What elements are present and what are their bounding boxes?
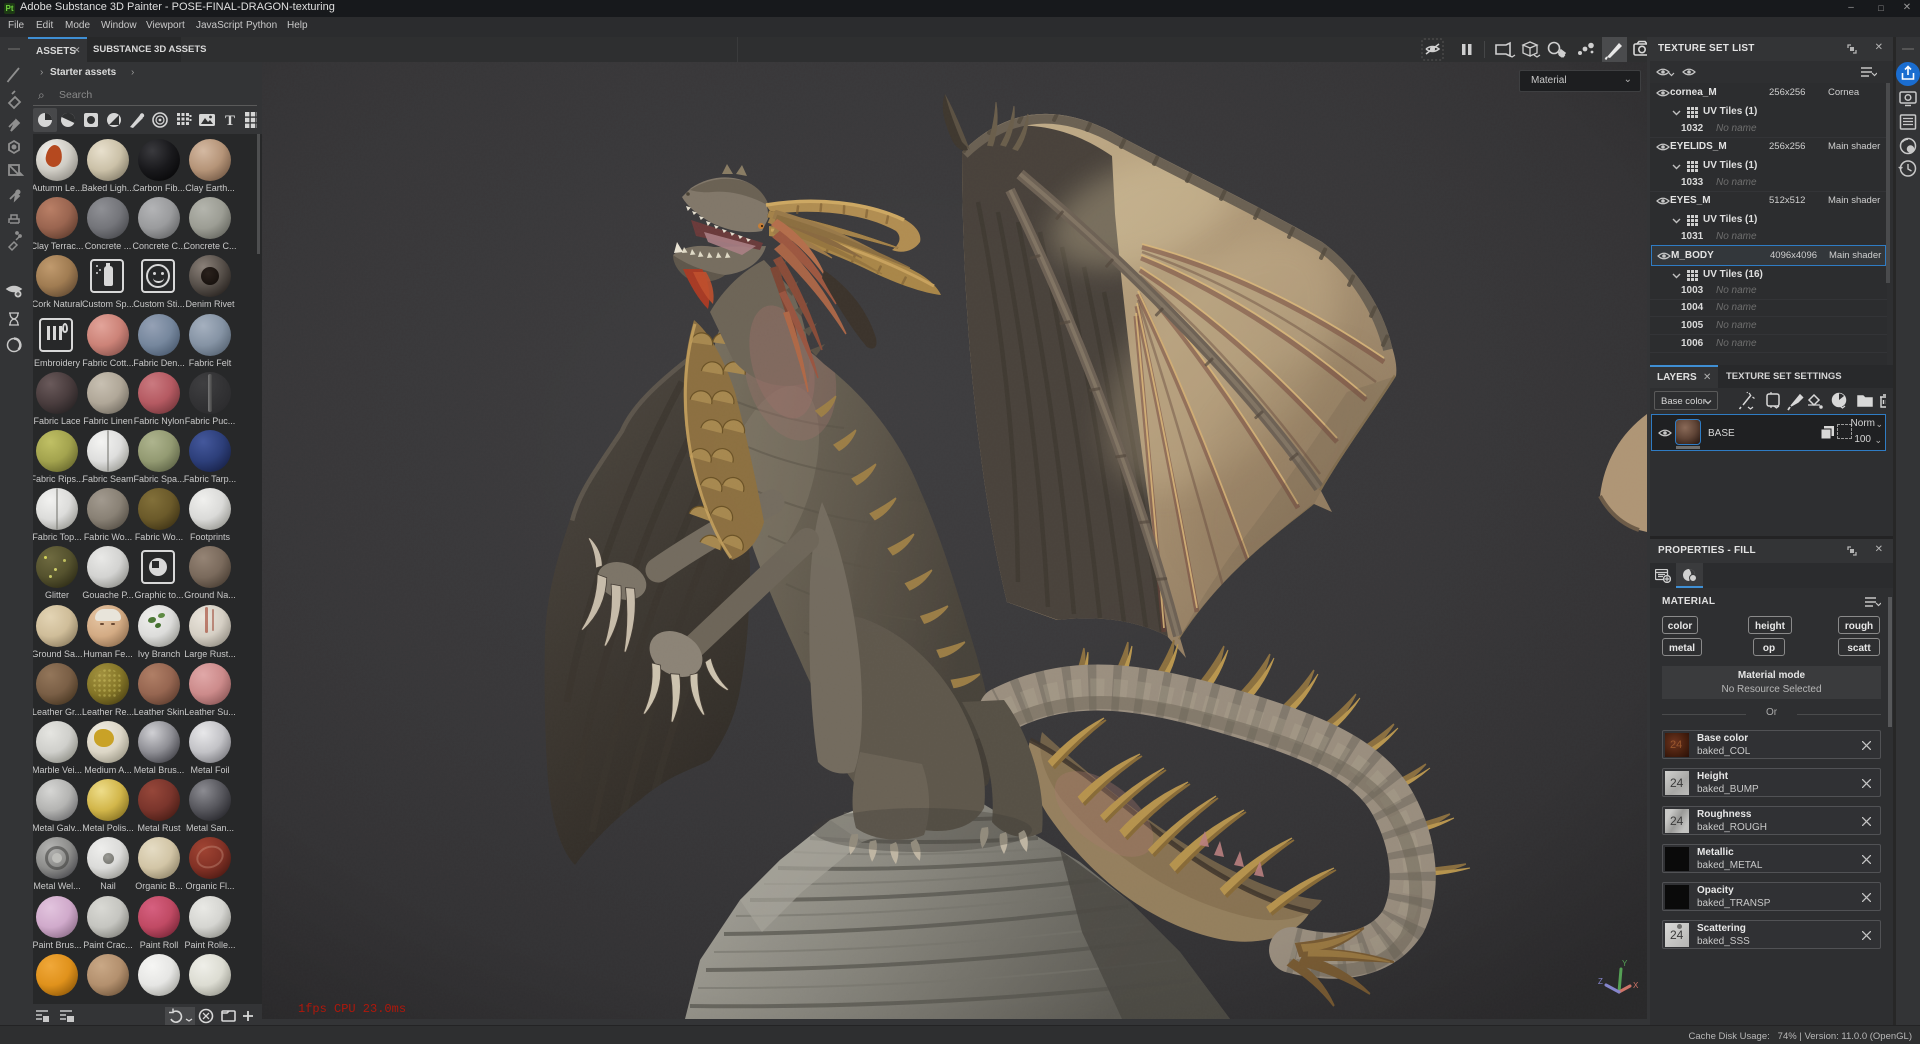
svg-text:X: X — [1633, 981, 1639, 990]
svg-text:Z: Z — [1598, 977, 1603, 986]
svg-text:T: T — [225, 113, 235, 129]
svg-text:1fps CPU 23.0ms: 1fps CPU 23.0ms — [298, 1002, 406, 1016]
svg-text:Y: Y — [1622, 959, 1628, 968]
